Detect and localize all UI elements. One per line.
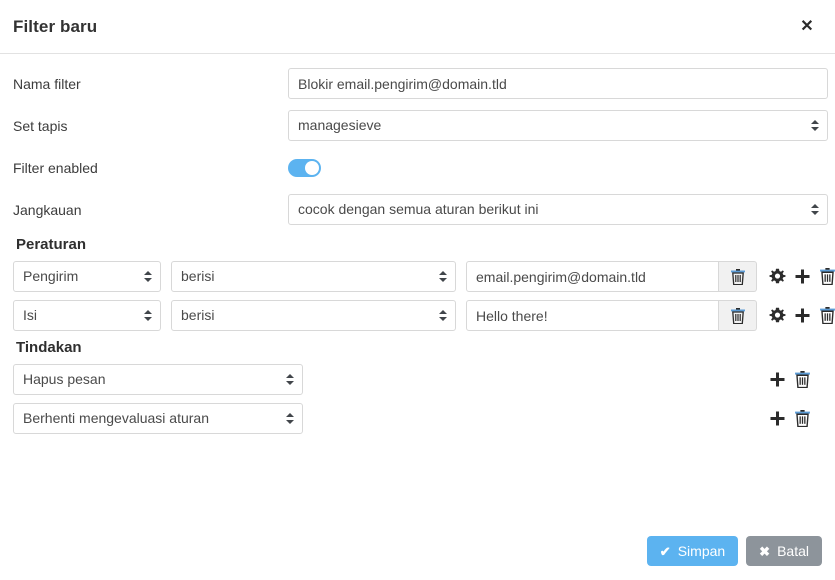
action-add-button[interactable] <box>768 409 786 429</box>
rule-settings-button[interactable] <box>768 306 786 326</box>
filter-enabled-toggle[interactable] <box>288 159 321 177</box>
action-type-select[interactable]: Berhenti mengevaluasi aturan <box>13 403 303 434</box>
filter-set-select[interactable]: managesieve <box>288 110 828 141</box>
rule-value-group <box>466 261 757 292</box>
action-row-actions <box>768 409 811 429</box>
check-icon: ✔ <box>660 545 671 558</box>
action-delete-button[interactable] <box>793 370 811 390</box>
rule-delete-button[interactable] <box>818 267 835 287</box>
filter-set-label: Set tapis <box>13 118 288 134</box>
trash-icon <box>731 269 745 285</box>
rule-field-select-wrap: Pengirim <box>13 261 161 292</box>
rule-row-actions <box>768 267 835 287</box>
filter-set-select-wrap: managesieve <box>288 110 828 141</box>
plus-icon <box>794 307 811 324</box>
rule-field-select-wrap: Isi <box>13 300 161 331</box>
rules-section-title: Peraturan <box>16 236 822 253</box>
close-icon[interactable]: ✕ <box>795 15 819 39</box>
action-row: Hapus pesan <box>13 364 822 395</box>
rule-row: Pengirim berisi <box>13 261 822 292</box>
filter-name-control <box>288 68 828 99</box>
rule-add-button[interactable] <box>793 267 811 287</box>
action-add-button[interactable] <box>768 370 786 390</box>
dialog-body: Nama filter Set tapis managesieve Filter… <box>0 54 835 434</box>
save-button-label: Simpan <box>678 543 725 559</box>
rule-row: Isi berisi <box>13 300 822 331</box>
filter-name-row: Nama filter <box>13 68 822 99</box>
rule-operator-select-wrap: berisi <box>171 261 456 292</box>
rule-value-input[interactable] <box>466 300 719 331</box>
rule-row-actions <box>768 306 835 326</box>
cancel-button[interactable]: ✖ Batal <box>746 536 822 566</box>
gear-icon <box>769 307 786 324</box>
action-row-actions <box>768 370 811 390</box>
trash-icon <box>820 307 835 324</box>
trash-icon <box>795 410 810 427</box>
rule-operator-select[interactable]: berisi <box>171 300 456 331</box>
filter-name-input[interactable] <box>288 68 828 99</box>
rule-operator-select[interactable]: berisi <box>171 261 456 292</box>
scope-row: Jangkauan cocok dengan semua aturan beri… <box>13 194 822 225</box>
dialog-header: Filter baru ✕ <box>0 0 835 54</box>
action-select-wrap: Berhenti mengevaluasi aturan <box>13 403 303 434</box>
scope-select-wrap: cocok dengan semua aturan berikut ini <box>288 194 828 225</box>
page-title: Filter baru <box>13 17 97 37</box>
action-type-select[interactable]: Hapus pesan <box>13 364 303 395</box>
filter-enabled-control <box>288 159 822 177</box>
plus-icon <box>769 371 786 388</box>
rule-settings-button[interactable] <box>768 267 786 287</box>
cancel-button-label: Batal <box>777 543 809 559</box>
filter-set-control: managesieve <box>288 110 828 141</box>
scope-select[interactable]: cocok dengan semua aturan berikut ini <box>288 194 828 225</box>
plus-icon <box>794 268 811 285</box>
trash-icon <box>820 268 835 285</box>
action-delete-button[interactable] <box>793 409 811 429</box>
gear-icon <box>769 268 786 285</box>
rule-value-clear-button[interactable] <box>719 300 757 331</box>
filter-name-label: Nama filter <box>13 76 288 92</box>
close-x-icon: ✖ <box>759 545 770 558</box>
rule-value-input[interactable] <box>466 261 719 292</box>
trash-icon <box>731 308 745 324</box>
action-row: Berhenti mengevaluasi aturan <box>13 403 822 434</box>
scope-control: cocok dengan semua aturan berikut ini <box>288 194 828 225</box>
rule-field-select[interactable]: Pengirim <box>13 261 161 292</box>
rule-field-select[interactable]: Isi <box>13 300 161 331</box>
rule-value-group <box>466 300 757 331</box>
toggle-knob <box>305 161 319 175</box>
rule-add-button[interactable] <box>793 306 811 326</box>
filter-set-row: Set tapis managesieve <box>13 110 822 141</box>
rule-operator-select-wrap: berisi <box>171 300 456 331</box>
save-button[interactable]: ✔ Simpan <box>647 536 738 566</box>
scope-label: Jangkauan <box>13 202 288 218</box>
action-select-wrap: Hapus pesan <box>13 364 303 395</box>
actions-section-title: Tindakan <box>16 339 822 356</box>
filter-enabled-label: Filter enabled <box>13 160 288 176</box>
filter-enabled-row: Filter enabled <box>13 152 822 183</box>
trash-icon <box>795 371 810 388</box>
rule-value-clear-button[interactable] <box>719 261 757 292</box>
plus-icon <box>769 410 786 427</box>
rule-delete-button[interactable] <box>818 306 835 326</box>
dialog-footer: ✔ Simpan ✖ Batal <box>0 536 835 566</box>
